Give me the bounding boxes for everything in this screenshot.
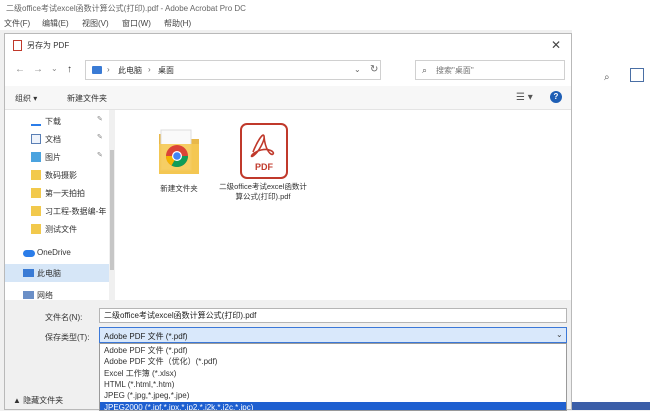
save-as-dialog: 另存为 PDF ✕ ← → ⌄ ↑ › 此电脑 › 桌面 ⌄ ↻ ⌕ 组织 ▾ … [4,33,572,410]
filetype-selected-value: Adobe PDF 文件 (*.pdf) [104,331,188,342]
sidebar-item-label: 网络 [37,290,53,301]
filetype-option[interactable]: Excel 工作簿 (*.xlsx) [100,368,566,380]
organize-button[interactable]: 组织 ▾ [15,93,37,104]
pc-icon [23,269,34,277]
recent-locations-icon[interactable]: ⌄ [51,64,58,73]
sidebar-item-label: 数码摄影 [45,170,77,181]
chevron-down-icon[interactable]: ⌄ [354,65,361,74]
view-options-icon[interactable]: ☰ ▾ [516,92,533,103]
sidebar-item-documents[interactable]: 文档 ✎ [5,130,109,148]
folder-icon [31,188,41,198]
dialog-toolbar: 组织 ▾ 新建文件夹 ☰ ▾ ? [5,86,571,110]
filetype-option[interactable]: HTML (*.html,*.htm) [100,379,566,391]
hide-folders-button[interactable]: ▲ 隐藏文件夹 [13,395,63,406]
onedrive-icon [23,250,35,257]
address-bar[interactable]: › 此电脑 › 桌面 ⌄ ↻ [85,60,381,80]
document-icon [31,134,41,144]
menu-help[interactable]: 帮助(H) [164,18,191,29]
sidebar-item-downloads[interactable]: 下载 ✎ [5,112,109,130]
file-name: 二级office考试excel函数计算公式(打印).pdf [219,182,307,201]
sidebar-item-label: OneDrive [37,248,71,257]
sidebar-item-label: 下载 [45,116,61,127]
pin-icon: ✎ [97,151,103,159]
sidebar-item-label: 测试文件 [45,224,77,235]
sidebar-item-network[interactable]: 网络 [5,286,109,304]
filetype-label: 保存类型(T): [45,332,89,343]
sidebar-item-label: 第一天拍拍 [45,188,85,199]
zoom-icon[interactable]: ⌕ [604,72,610,83]
back-arrow-icon[interactable]: ← [15,64,25,75]
forward-arrow-icon[interactable]: → [33,64,43,75]
network-icon [23,291,34,299]
up-arrow-icon[interactable]: ↑ [67,64,72,75]
sidebar-item-folder[interactable]: 测试文件 [5,220,109,238]
sidebar-item-folder[interactable]: 习工程-数据编-年 [5,202,109,220]
dialog-titlebar: 另存为 PDF ✕ [5,34,571,56]
navigation-bar: ← → ⌄ ↑ › 此电脑 › 桌面 ⌄ ↻ ⌕ [5,56,571,86]
refresh-icon[interactable]: ↻ [370,64,378,75]
pdf-icon [13,40,22,51]
folder-icon [31,224,41,234]
file-item-folder[interactable]: 新建文件夹 PDF 二级office考试excel函数计算公式(打印).pdf [115,110,335,230]
app-title: 二级office考试excel函数计算公式(打印).pdf - Adobe Ac… [6,3,246,14]
pin-icon: ✎ [97,133,103,141]
breadcrumb-separator: › [107,65,110,74]
filename-input[interactable] [99,308,567,323]
menu-view[interactable]: 视图(V) [82,18,109,29]
sidebar-item-label: 习工程-数据编-年 [45,206,106,217]
search-box[interactable]: ⌕ [415,60,565,80]
folder-icon [31,170,41,180]
pin-icon: ✎ [97,115,103,123]
sidebar-item-onedrive[interactable]: OneDrive [5,244,109,262]
sidebar-item-folder[interactable]: 数码摄影 [5,166,109,184]
search-input[interactable] [436,64,556,76]
menu-edit[interactable]: 编辑(E) [42,18,69,29]
app-menubar: 文件(F) 编辑(E) 视图(V) 窗口(W) 帮助(H) [0,16,650,30]
navigation-pane: 下载 ✎ 文档 ✎ 图片 ✎ 数码摄影 第一天拍拍 习工程-数据编-年 测试文件 [5,110,109,300]
menu-file[interactable]: 文件(F) [4,18,30,29]
new-folder-button[interactable]: 新建文件夹 [67,93,107,104]
sidebar-item-label: 图片 [45,152,61,163]
filetype-option[interactable]: JPEG (*.jpg,*.jpeg,*.jpe) [100,390,566,402]
filetype-dropdown-list: Adobe PDF 文件 (*.pdf)Adobe PDF 文件（优化）(*.p… [99,343,567,411]
filename-label: 文件名(N): [45,312,82,323]
search-icon: ⌕ [422,65,427,76]
breadcrumb-this-pc[interactable]: 此电脑 [118,65,142,76]
close-icon[interactable]: ✕ [551,38,561,52]
folder-with-chrome-icon [155,126,203,178]
file-name: 新建文件夹 [143,183,215,194]
filetype-option[interactable]: Adobe PDF 文件 (*.pdf) [100,345,566,357]
file-list: 新建文件夹 PDF 二级office考试excel函数计算公式(打印).pdf [115,110,571,300]
picture-icon [31,152,41,162]
scrollbar-thumb[interactable] [110,150,114,270]
sidebar-item-pictures[interactable]: 图片 ✎ [5,148,109,166]
breadcrumb-separator: › [148,65,151,74]
pdf-badge: PDF [255,162,274,172]
help-icon[interactable]: ? [550,91,562,103]
chevron-down-icon: ⌄ [556,330,563,339]
sidebar-item-folder[interactable]: 第一天拍拍 [5,184,109,202]
filetype-option[interactable]: Adobe PDF 文件（优化）(*.pdf) [100,356,566,368]
app-right-panel [572,30,650,410]
sidebar-item-label: 文档 [45,134,61,145]
download-icon [31,116,41,126]
sidebar-item-this-pc[interactable]: 此电脑 [5,264,109,282]
folder-icon [31,206,41,216]
menu-window[interactable]: 窗口(W) [122,18,151,29]
sidebar-item-label: 此电脑 [37,268,61,279]
pdf-file-icon: PDF [239,122,289,180]
dialog-title: 另存为 PDF [27,40,69,51]
filetype-select[interactable]: Adobe PDF 文件 (*.pdf) ⌄ [99,327,567,343]
split-view-icon[interactable] [630,68,644,82]
pc-icon [92,66,102,74]
breadcrumb-desktop[interactable]: 桌面 [158,65,174,76]
